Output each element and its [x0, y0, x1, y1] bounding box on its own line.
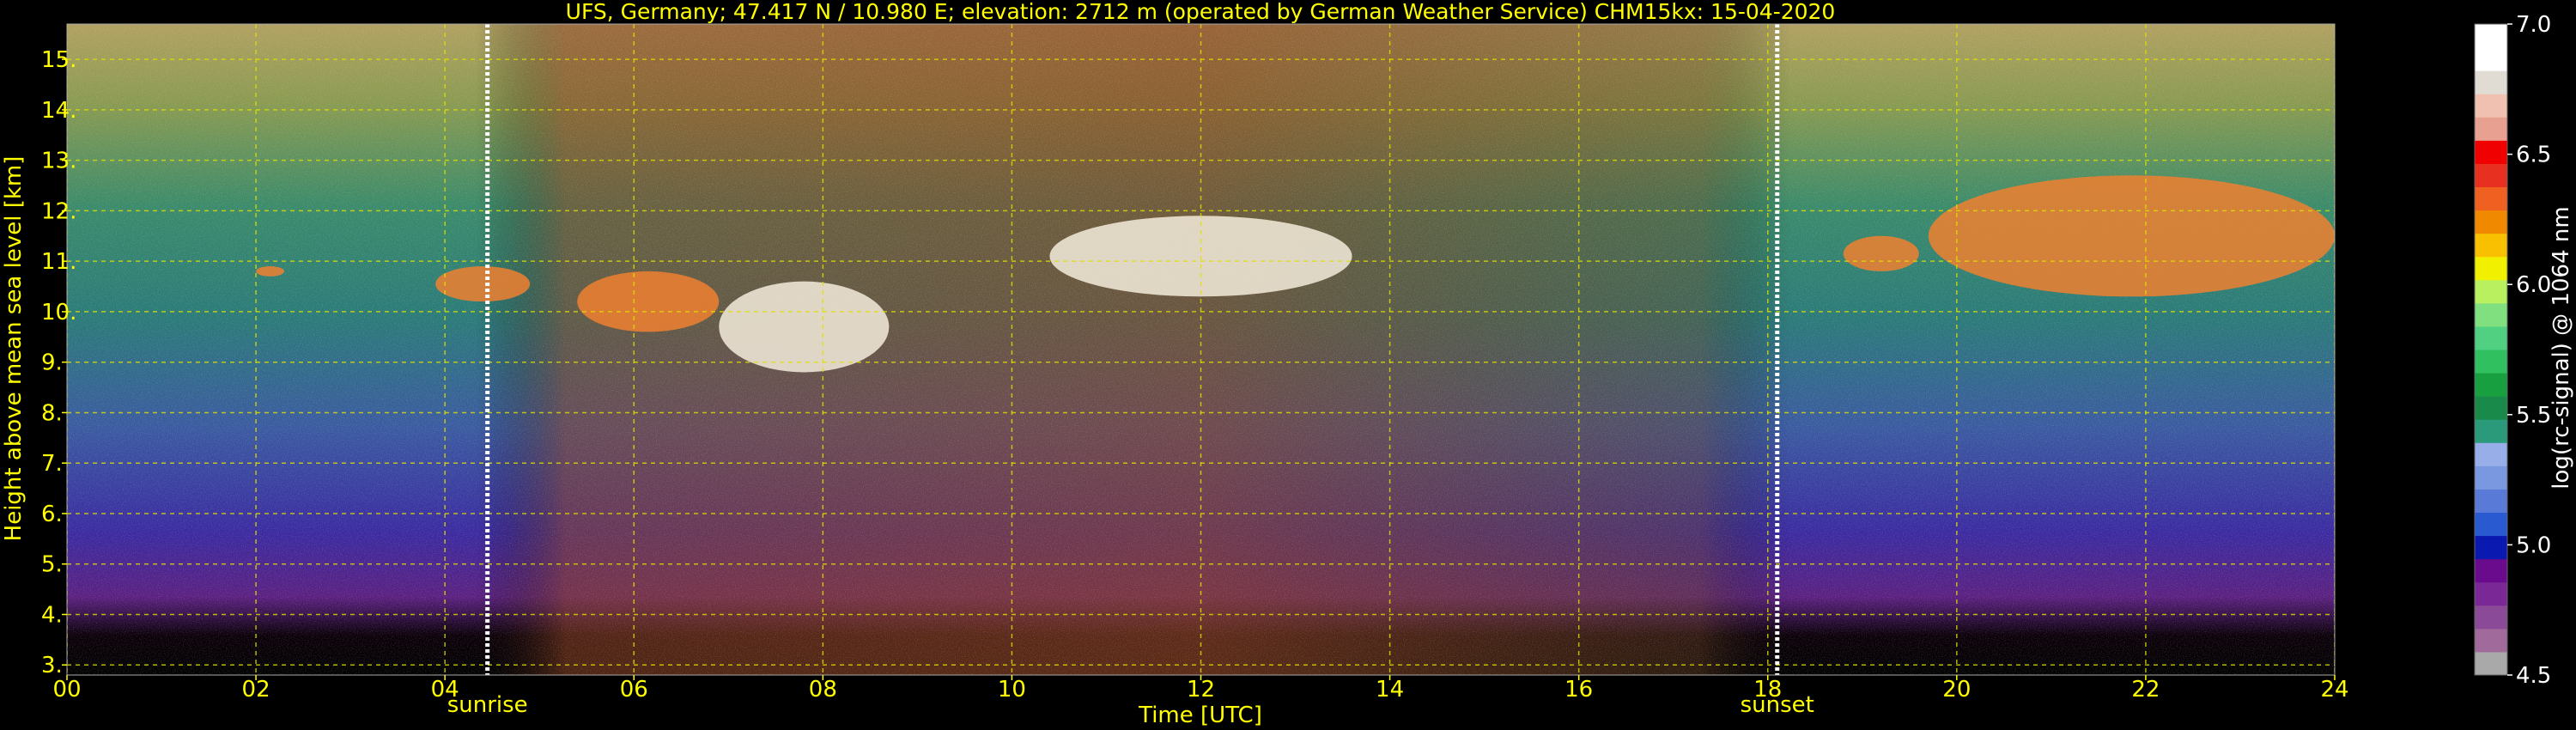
x-tick-label: 16 [1564, 677, 1593, 703]
cloud-layer [1843, 235, 1919, 271]
colorbar-segment [2475, 163, 2507, 187]
x-tick-label: 12 [1187, 677, 1215, 703]
y-tick-label: 11. [41, 249, 76, 275]
colorbar-segment [2475, 325, 2507, 350]
sunrise-label: sunrise [447, 692, 528, 718]
colorbar-segment [2475, 24, 2507, 48]
plot-area [67, 24, 2335, 675]
x-tick-label: 06 [620, 677, 648, 703]
colorbar-segment [2475, 465, 2507, 490]
colorbar-segment [2475, 233, 2507, 258]
colorbar-segment [2475, 47, 2507, 71]
colorbar-segment [2475, 628, 2507, 653]
y-tick-label: 10. [41, 300, 76, 325]
colorbar-segment [2475, 210, 2507, 234]
y-tick-label: 14. [41, 98, 76, 124]
x-tick-label: 24 [2320, 677, 2348, 703]
colorbar-segment [2475, 140, 2507, 164]
colorbar-segment [2475, 558, 2507, 583]
cloud-layer [719, 281, 890, 373]
colorbar-segment [2475, 419, 2507, 443]
colorbar-label: log(rc-signal) @ 1064 nm [2549, 206, 2574, 489]
colorbar: 4.5 5.0 5.5 6.0 6.5 7.0 [2474, 12, 2551, 689]
cloud-layer [577, 271, 720, 332]
x-tick-label: 20 [1942, 677, 1971, 703]
colorbar-tick-label: 5.5 [2516, 403, 2551, 429]
x-tick-label: 00 [52, 677, 81, 703]
chart-title: UFS, Germany; 47.417 N / 10.980 E; eleva… [566, 0, 1836, 24]
y-tick-label: 4. [41, 602, 63, 628]
colorbar-segment [2475, 373, 2507, 397]
colorbar-segment [2475, 535, 2507, 560]
colorbar-segment [2475, 256, 2507, 281]
colorbar-segment [2475, 605, 2507, 630]
cloud-layer [256, 266, 285, 277]
x-axis-label: Time [UTC] [1138, 703, 1262, 728]
colorbar-segment [2475, 186, 2507, 211]
cloud-layer [435, 266, 531, 302]
y-axis-label: Height above mean sea level [km] [1, 156, 27, 542]
y-tick-label: 12. [41, 198, 76, 224]
y-tick-label: 8. [41, 400, 63, 426]
cloud-layer [1928, 175, 2335, 297]
sunset-label: sunset [1741, 692, 1814, 718]
colorbar-segment [2475, 489, 2507, 513]
colorbar-segment [2475, 512, 2507, 537]
colorbar-segment [2475, 396, 2507, 420]
y-tick-label: 5. [41, 552, 63, 578]
colorbar-tick-label: 7.0 [2516, 12, 2551, 38]
x-tick-label: 02 [242, 677, 270, 703]
colorbar-tick-label: 4.5 [2516, 663, 2551, 689]
y-tick-label: 7. [41, 451, 63, 477]
y-tick-label: 6. [41, 502, 63, 527]
y-tick-label: 3. [41, 653, 63, 678]
colorbar-segment [2475, 350, 2507, 374]
y-tick-label: 9. [41, 350, 63, 376]
colorbar-segment [2475, 279, 2507, 304]
colorbar-tick-label: 6.5 [2516, 143, 2551, 168]
x-tick-label: 22 [2131, 677, 2160, 703]
y-tick-label: 13. [41, 149, 76, 174]
colorbar-segment [2475, 70, 2507, 94]
colorbar-segment [2475, 302, 2507, 327]
colorbar-segment [2475, 651, 2507, 676]
x-tick-label: 14 [1376, 677, 1404, 703]
x-tick-label: 10 [998, 677, 1026, 703]
colorbar-segment [2475, 581, 2507, 606]
colorbar-tick-label: 5.0 [2516, 532, 2551, 558]
lidar-chart: UFS, Germany; 47.417 N / 10.980 E; eleva… [1, 0, 2574, 728]
colorbar-segment [2475, 117, 2507, 141]
x-tick-label: 08 [809, 677, 837, 703]
colorbar-segment [2475, 94, 2507, 118]
colorbar-segment [2475, 442, 2507, 466]
y-tick-label: 15. [41, 47, 76, 73]
colorbar-tick-label: 6.0 [2516, 272, 2551, 298]
